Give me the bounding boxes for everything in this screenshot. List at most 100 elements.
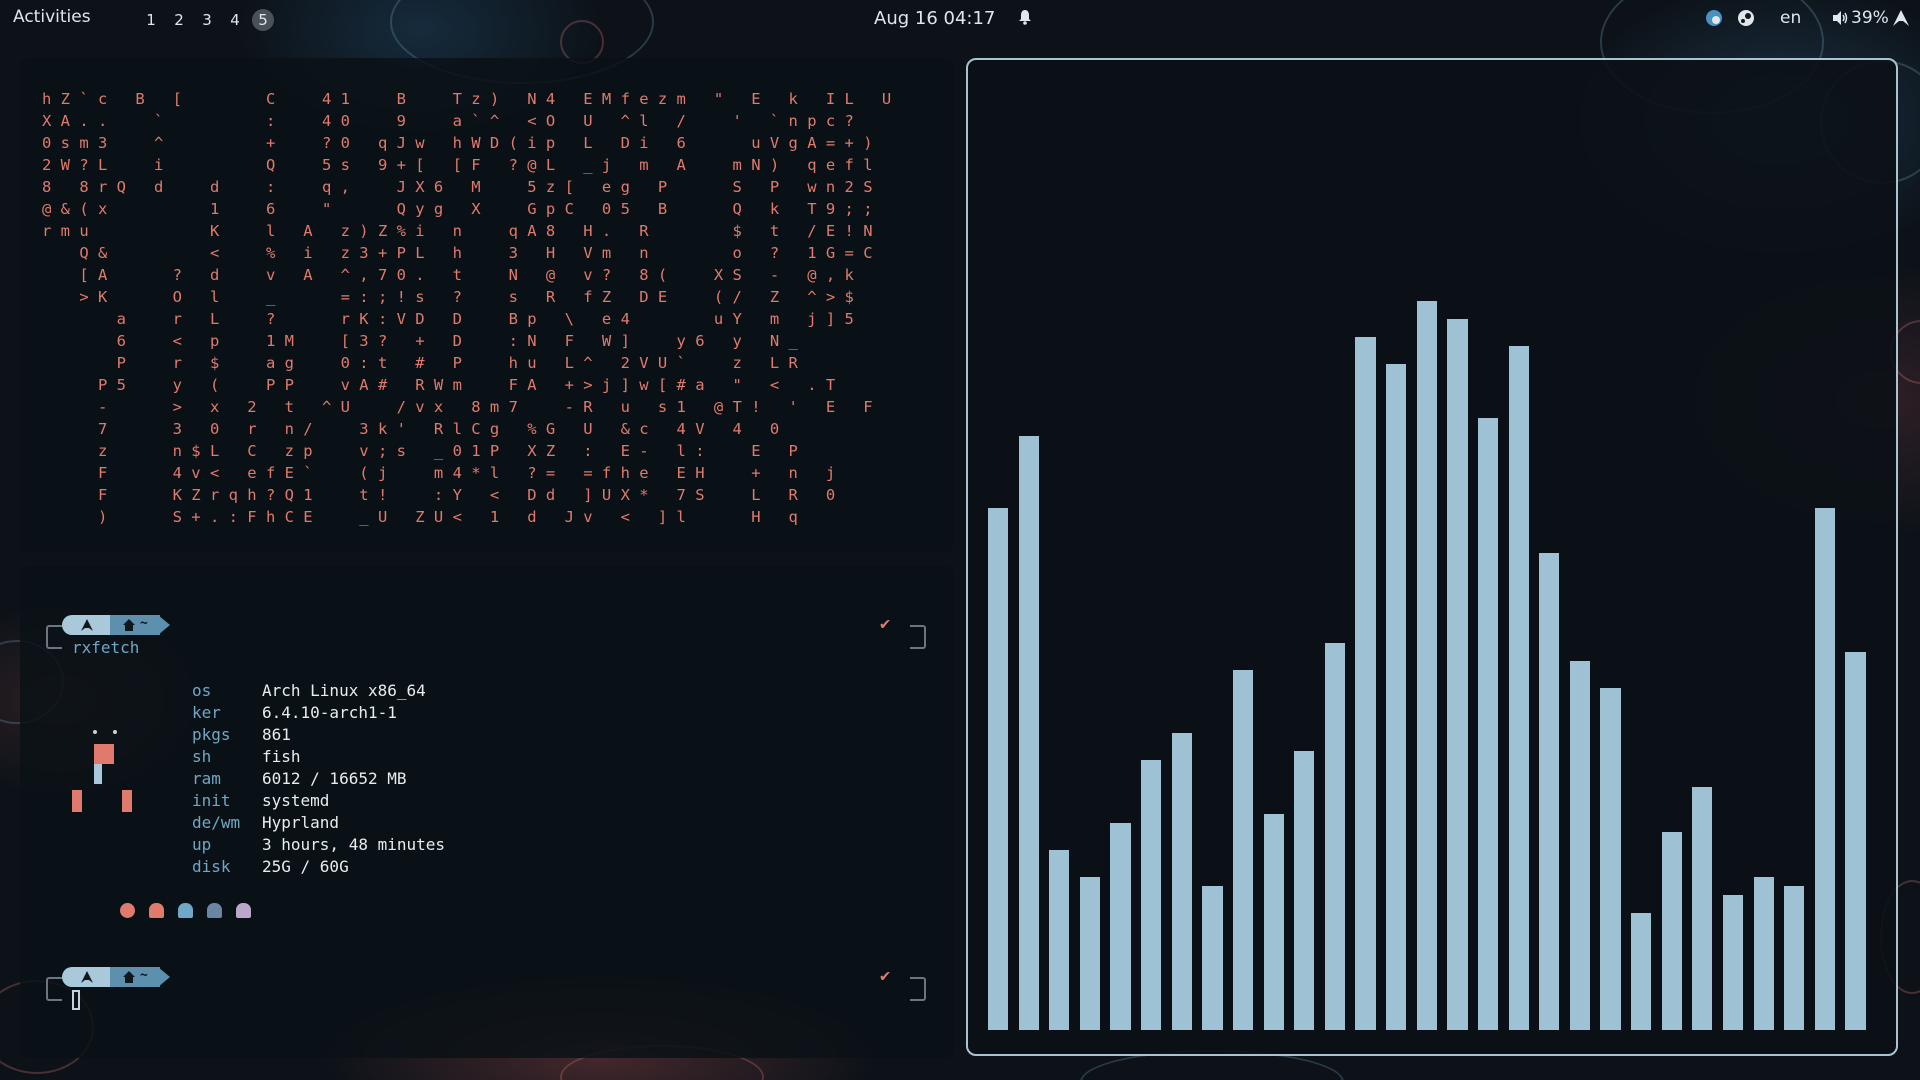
- matrix-row: 8 8 r Q d d : q , J X 6 M 5 z [ e g P S …: [42, 178, 873, 196]
- info-key: pkgs: [192, 725, 231, 744]
- info-key: disk: [192, 857, 231, 876]
- keyboard-language[interactable]: en: [1780, 8, 1801, 28]
- visualizer-bar: [1416, 301, 1437, 1030]
- visualizer-bar: [1110, 823, 1131, 1030]
- matrix-row: r m u K l A z ) Z % i n q A 8 H . R $ t …: [42, 222, 873, 240]
- matrix-row: [ A ? d v A ^ , 7 0 . t N @ v ? 8 ( X S …: [42, 266, 854, 284]
- prompt-bracket-right: [910, 625, 926, 649]
- visualizer-bar: [1753, 877, 1774, 1030]
- audio-visualizer-window[interactable]: [966, 58, 1898, 1056]
- visualizer-bar: [1355, 337, 1376, 1030]
- visualizer-bar: [1539, 553, 1560, 1030]
- matrix-row: P r $ a g 0 : t # P h u L ^ 2 V U ` z L …: [42, 354, 798, 372]
- volume-icon[interactable]: [1832, 9, 1848, 27]
- info-row: disk 25G / 60G: [192, 856, 445, 878]
- info-key: de/wm: [192, 813, 241, 832]
- color-palette-ghosts: [120, 903, 251, 918]
- clock[interactable]: Aug 16 04:17: [874, 8, 995, 29]
- matrix-row: 6 < p 1 M [ 3 ? + D : N F W ] y 6 y N _: [42, 332, 798, 350]
- info-value: 3 hours, 48 minutes: [262, 835, 446, 854]
- info-key: ker: [192, 703, 221, 722]
- info-value: 6.4.10-arch1-1: [262, 703, 397, 722]
- matrix-row: X A . . ` : 4 0 9 a ` ^ < O U ^ l / ' ` …: [42, 112, 854, 130]
- visualizer-bar: [1141, 760, 1162, 1030]
- info-value: Arch Linux x86_64: [262, 681, 426, 700]
- text-cursor[interactable]: [72, 990, 80, 1010]
- battery-percentage[interactable]: 39%: [1851, 8, 1889, 28]
- prompt-bracket-left-2: [46, 977, 62, 1001]
- success-check-icon: ✔: [880, 614, 891, 634]
- arch-prompt-icon: [81, 619, 93, 631]
- visualizer-bar: [1018, 436, 1039, 1030]
- info-row: pkgs 861: [192, 724, 445, 746]
- workspace-5[interactable]: 5: [252, 9, 274, 31]
- visualizer-bar: [1049, 850, 1070, 1030]
- info-row: ker 6.4.10-arch1-1: [192, 702, 445, 724]
- visualizer-bar: [1692, 787, 1713, 1030]
- matrix-row: z n $ L C z p v ; s _ 0 1 P X Z : E - l …: [42, 442, 798, 460]
- visualizer-bar: [1845, 652, 1866, 1030]
- arch-prompt-icon: [81, 971, 93, 983]
- info-value: systemd: [262, 791, 330, 810]
- matrix-row: 2 W ? L i Q 5 s 9 + [ [ F ? @ L _ j m A …: [42, 156, 873, 174]
- info-value: 6012 / 16652 MB: [262, 769, 407, 788]
- prompt-bracket-left: [46, 625, 62, 649]
- prompt-bracket-right-2: [910, 977, 926, 1001]
- matrix-row: F K Z r q h ? Q 1 t ! : Y < D d ] U X * …: [42, 486, 836, 504]
- visualizer-bar: [1814, 508, 1835, 1030]
- workspace-3[interactable]: 3: [196, 9, 218, 31]
- visualizer-bar: [1508, 346, 1529, 1030]
- ghost-icon: [207, 903, 222, 918]
- matrix-rain-text: h Z ` c B [ C 4 1 B T z ) N 4 E M f e z …: [42, 88, 891, 528]
- activities-button[interactable]: Activities: [13, 7, 91, 27]
- ghost-icon: [236, 903, 251, 918]
- visualizer-bar: [1784, 886, 1805, 1030]
- prompt-path: ~: [140, 616, 148, 631]
- matrix-row: a r L ? r K : V D D B p \ e 4 u Y m j ] …: [42, 310, 854, 328]
- success-check-icon-2: ✔: [880, 966, 891, 986]
- visualizer-bar: [1171, 733, 1192, 1030]
- command-text: rxfetch: [72, 638, 140, 657]
- info-key: up: [192, 835, 212, 854]
- ghost-icon: [149, 903, 164, 918]
- visualizer-bar: [1324, 643, 1346, 1030]
- info-value: 25G / 60G: [262, 857, 349, 876]
- home-icon: [123, 971, 135, 983]
- info-row: ram 6012 / 16652 MB: [192, 768, 445, 790]
- info-key: ram: [192, 769, 221, 788]
- workspace-4[interactable]: 4: [224, 9, 246, 31]
- visualizer-bar: [1722, 895, 1744, 1030]
- matrix-row: 7 3 0 r n / 3 k ' R l C g % G U & c 4 V …: [42, 420, 780, 438]
- workspace-1[interactable]: 1: [140, 9, 162, 31]
- steam-icon[interactable]: [1737, 9, 1755, 27]
- matrix-row: P 5 y ( P P v A # R W m F A + > j ] w [ …: [42, 376, 836, 394]
- workspace-2[interactable]: 2: [168, 9, 190, 31]
- info-row: init systemd: [192, 790, 445, 812]
- matrix-row: > K O l _ = : ; ! s ? s R f Z D E ( / Z …: [42, 288, 854, 306]
- weather-tray-icon[interactable]: [1705, 9, 1723, 27]
- matrix-row: h Z ` c B [ C 4 1 B T z ) N 4 E M f e z …: [42, 90, 892, 108]
- visualizer-bar: [1477, 418, 1499, 1030]
- system-info-list: os Arch Linux x86_64ker 6.4.10-arch1-1 pkgs…: [192, 680, 445, 878]
- visualizer-bar: [1202, 886, 1223, 1030]
- top-bar: Activities 1 2 3 4 5 Aug 16 04:17 en 39%: [0, 0, 1920, 36]
- visualizer-bar: [1661, 832, 1682, 1030]
- info-value: Hyprland: [262, 813, 340, 832]
- matrix-row: Q & < % i z 3 + P L h 3 H V m n o ? 1 G …: [42, 244, 873, 262]
- info-key: os: [192, 681, 212, 700]
- arch-logo-icon[interactable]: [1892, 9, 1910, 27]
- matrix-row: ) S + . : F h C E _ U Z U < 1 d J v < ] …: [42, 508, 798, 526]
- visualizer-bar: [1600, 688, 1621, 1030]
- info-key: init: [192, 791, 231, 810]
- visualizer-bar: [988, 508, 1009, 1030]
- matrix-row: @ & ( x 1 6 " Q y g X G p C 0 5 B Q k T …: [42, 200, 873, 218]
- visualizer-bar: [1079, 877, 1101, 1030]
- visualizer-bar: [1263, 814, 1284, 1030]
- visualizer-bar: [1631, 913, 1652, 1030]
- home-icon: [123, 619, 135, 631]
- matrix-row: - > x 2 t ^ U / v x 8 m 7 - R u s 1 @ T …: [42, 398, 873, 416]
- prompt-path-2: ~: [140, 968, 148, 983]
- notification-bell-icon[interactable]: [1018, 9, 1032, 25]
- visualizer-bar: [1386, 364, 1407, 1030]
- matrix-row: 0 s m 3 ^ + ? 0 q J w h W D ( i p L D i …: [42, 134, 873, 152]
